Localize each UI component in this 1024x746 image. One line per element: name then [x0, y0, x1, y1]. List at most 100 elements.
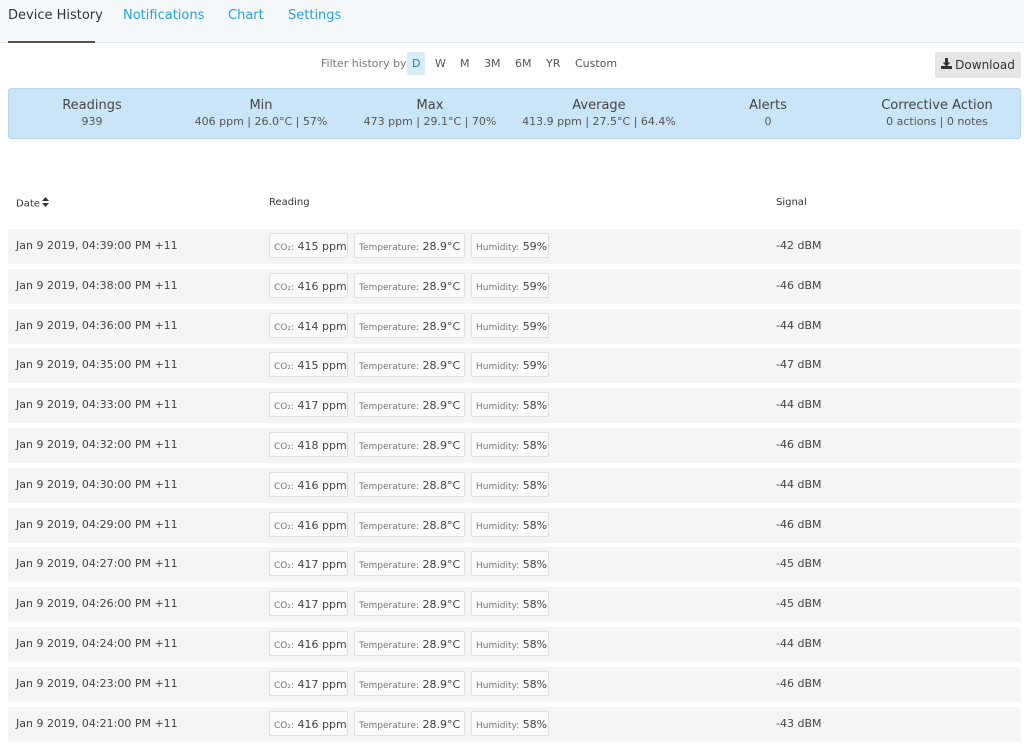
co2-label: CO₂: [274, 640, 295, 651]
co2-value: 416 ppm [297, 518, 347, 532]
row-signal: -47 dBM [776, 358, 822, 372]
humidity-reading-chip: Humidity: 59% [471, 312, 549, 338]
humidity-reading-chip: Humidity: 59% [471, 272, 549, 298]
filter-option-month[interactable]: M [455, 52, 475, 75]
filter-option-day[interactable]: D [407, 52, 426, 75]
stat-min: Min 406 ppm | 26.0°C | 57% [171, 97, 351, 130]
co2-label: CO₂: [274, 322, 295, 333]
row-signal: -44 dBM [776, 398, 822, 412]
temperature-label: Temperature: [359, 282, 420, 293]
temperature-value: 28.9°C [422, 319, 461, 333]
humidity-label: Humidity: [476, 282, 520, 293]
row-date: Jan 9 2019, 04:36:00 PM +11 [16, 318, 178, 332]
co2-label: CO₂: [274, 282, 295, 293]
column-header-signal: Signal [776, 197, 807, 208]
temperature-label: Temperature: [359, 640, 420, 651]
co2-value: 417 ppm [297, 558, 347, 572]
row-date: Jan 9 2019, 04:29:00 PM +11 [16, 517, 178, 531]
humidity-value: 58% [522, 598, 548, 612]
temperature-reading-chip: Temperature: 28.9°C [354, 272, 465, 298]
co2-label: CO₂: [274, 561, 295, 572]
filter-option-year[interactable]: YR [541, 52, 565, 75]
co2-value: 416 ppm [297, 637, 347, 651]
co2-reading-chip: CO₂: 415 ppm [269, 352, 348, 378]
stat-corrective-value: 0 actions | 0 notes [886, 115, 988, 128]
row-signal: -43 dBM [776, 716, 822, 730]
row-date: Jan 9 2019, 04:32:00 PM +11 [16, 437, 178, 451]
co2-label: CO₂: [274, 402, 295, 413]
stat-average-value: 413.9 ppm | 27.5°C | 64.4% [522, 115, 676, 128]
humidity-label: Humidity: [476, 720, 520, 731]
stat-max-title: Max [416, 98, 444, 113]
co2-reading-chip: CO₂: 418 ppm [269, 431, 348, 457]
co2-label: CO₂: [274, 441, 295, 452]
humidity-value: 58% [522, 677, 548, 691]
row-date: Jan 9 2019, 04:38:00 PM +11 [16, 278, 178, 292]
co2-reading-chip: CO₂: 416 ppm [269, 511, 348, 537]
humidity-label: Humidity: [476, 402, 520, 413]
history-table: Jan 9 2019, 04:39:00 PM +11 CO₂: 415 ppm T… [8, 229, 1021, 746]
humidity-label: Humidity: [476, 680, 520, 691]
temperature-reading-chip: Temperature: 28.9°C [354, 551, 465, 577]
filter-option-custom[interactable]: Custom [570, 52, 622, 75]
table-row: Jan 9 2019, 04:30:00 PM +11 CO₂: 416 ppm T… [8, 467, 1021, 503]
row-signal: -44 dBM [776, 477, 822, 491]
tab-device-history[interactable]: Device History [8, 8, 103, 23]
co2-reading-chip: CO₂: 416 ppm [269, 630, 348, 656]
temperature-label: Temperature: [359, 322, 420, 333]
humidity-reading-chip: Humidity: 59% [471, 352, 549, 378]
row-date: Jan 9 2019, 04:26:00 PM +11 [16, 597, 178, 611]
temperature-reading-chip: Temperature: 28.9°C [354, 591, 465, 617]
humidity-value: 58% [522, 399, 548, 413]
table-row: Jan 9 2019, 04:29:00 PM +11 CO₂: 416 ppm T… [8, 507, 1021, 543]
humidity-label: Humidity: [476, 521, 520, 532]
humidity-value: 58% [522, 478, 548, 492]
row-date: Jan 9 2019, 04:35:00 PM +11 [16, 358, 178, 372]
co2-reading-chip: CO₂: 417 ppm [269, 591, 348, 617]
humidity-reading-chip: Humidity: 58% [471, 591, 549, 617]
stat-alerts-title: Alerts [749, 98, 787, 113]
table-row: Jan 9 2019, 04:23:00 PM +11 CO₂: 417 ppm T… [8, 666, 1021, 702]
temperature-reading-chip: Temperature: 28.9°C [354, 670, 465, 696]
humidity-label: Humidity: [476, 561, 520, 572]
co2-label: CO₂: [274, 680, 295, 691]
row-signal: -42 dBM [776, 239, 822, 252]
table-row: Jan 9 2019, 04:38:00 PM +11 CO₂: 416 ppm T… [8, 268, 1021, 304]
table-row: Jan 9 2019, 04:26:00 PM +11 CO₂: 417 ppm T… [8, 587, 1021, 623]
humidity-label: Humidity: [476, 481, 520, 492]
temperature-value: 28.9°C [422, 717, 461, 731]
column-header-date[interactable]: Date [16, 197, 49, 210]
humidity-reading-chip: Humidity: 58% [471, 670, 549, 696]
temperature-value: 28.9°C [422, 637, 461, 651]
humidity-value: 59% [522, 279, 548, 293]
filter-option-6-months[interactable]: 6M [510, 52, 537, 75]
co2-label: CO₂: [274, 362, 295, 373]
temperature-label: Temperature: [359, 402, 420, 413]
temperature-value: 28.8°C [422, 518, 461, 532]
co2-reading-chip: CO₂: 416 ppm [269, 471, 348, 497]
stat-alerts: Alerts 0 [678, 97, 858, 130]
stat-readings-value: 939 [81, 115, 103, 128]
filter-option-week[interactable]: W [430, 52, 451, 75]
download-button[interactable]: Download [935, 52, 1021, 78]
row-signal: -46 dBM [776, 278, 822, 292]
temperature-label: Temperature: [359, 720, 420, 731]
table-row: Jan 9 2019, 04:33:00 PM +11 CO₂: 417 ppm T… [8, 388, 1021, 424]
temperature-value: 28.9°C [422, 399, 461, 413]
stat-average-title: Average [572, 98, 626, 113]
tab-chart[interactable]: Chart [228, 8, 264, 23]
table-row: Jan 9 2019, 04:24:00 PM +11 CO₂: 416 ppm T… [8, 626, 1021, 662]
humidity-value: 59% [522, 359, 548, 373]
humidity-reading-chip: Humidity: 58% [471, 471, 549, 497]
filter-option-3-months[interactable]: 3M [479, 52, 506, 75]
tab-notifications[interactable]: Notifications [123, 8, 204, 23]
tab-settings[interactable]: Settings [288, 8, 341, 23]
row-date: Jan 9 2019, 04:24:00 PM +11 [16, 636, 178, 650]
temperature-value: 28.9°C [422, 279, 461, 293]
humidity-label: Humidity: [476, 601, 520, 612]
temperature-value: 28.9°C [422, 438, 461, 452]
temperature-value: 28.9°C [422, 558, 461, 572]
co2-value: 417 ppm [297, 399, 347, 413]
active-tab-indicator [8, 41, 95, 43]
co2-reading-chip: CO₂: 417 ppm [269, 551, 348, 577]
